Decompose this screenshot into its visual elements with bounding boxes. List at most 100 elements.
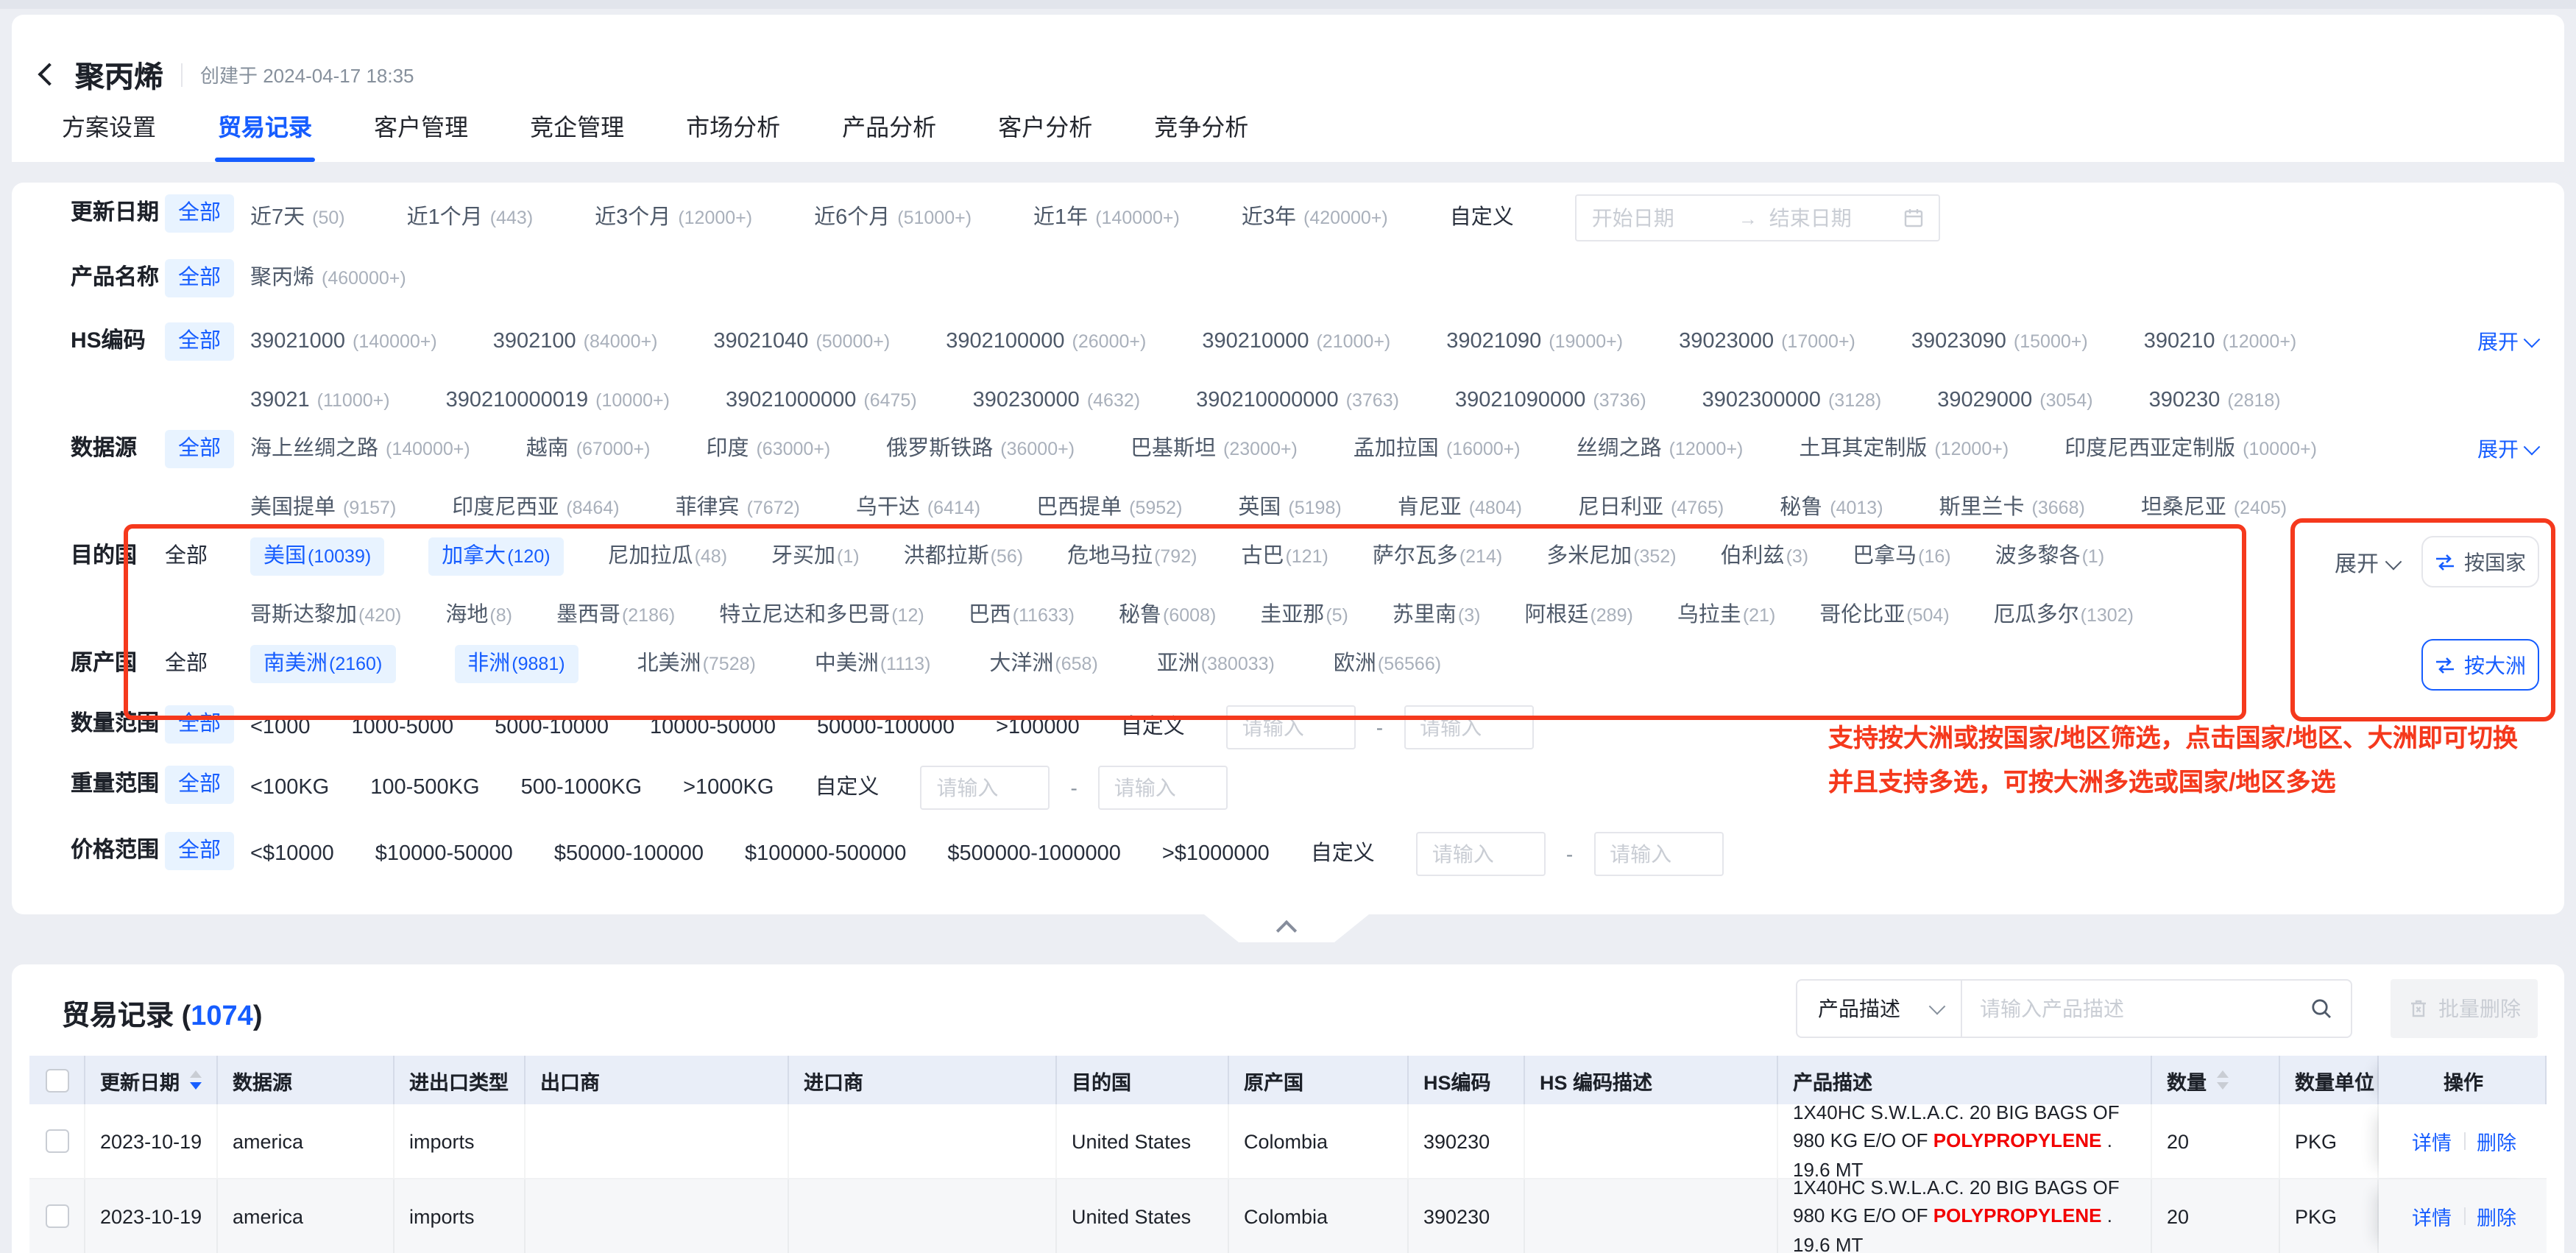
sort-icons[interactable] bbox=[2217, 1070, 2229, 1090]
filter-option[interactable]: >1000KG bbox=[683, 769, 774, 807]
weight-min-input[interactable] bbox=[920, 766, 1050, 810]
filter-option[interactable]: 近7天(50) bbox=[250, 199, 345, 237]
tab-trade-records[interactable]: 贸易记录 bbox=[215, 107, 315, 162]
filter-option[interactable]: 巴西提单(5952) bbox=[1036, 489, 1182, 527]
filter-option[interactable]: 墨西哥(2186) bbox=[556, 596, 675, 635]
filter-option[interactable]: 5000-10000 bbox=[495, 708, 609, 746]
filter-option[interactable]: 自定义 bbox=[1121, 708, 1185, 746]
filter-option[interactable]: 南美洲(2160) bbox=[250, 645, 395, 683]
quantity-max-input[interactable] bbox=[1404, 705, 1533, 749]
filter-option[interactable]: 39021000(140000+) bbox=[250, 322, 437, 361]
filter-option[interactable]: 古巴(121) bbox=[1241, 537, 1328, 576]
filter-option[interactable]: 39021040(50000+) bbox=[713, 322, 890, 361]
filter-option[interactable]: 伯利兹(3) bbox=[1721, 537, 1809, 576]
filter-option[interactable]: 390210000(21000+) bbox=[1202, 322, 1390, 361]
sort-icons[interactable] bbox=[190, 1070, 202, 1090]
filter-option[interactable]: 斯里兰卡(3668) bbox=[1939, 489, 2085, 527]
filter-option[interactable]: 39023000(17000+) bbox=[1679, 322, 1855, 361]
filter-option[interactable]: 厄瓜多尔(1302) bbox=[1994, 596, 2134, 635]
filter-option[interactable]: 乌干达(6414) bbox=[856, 489, 980, 527]
start-date-input[interactable] bbox=[1592, 206, 1727, 230]
filter-option[interactable]: 39021090000(3736) bbox=[1455, 381, 1646, 420]
filter-option[interactable]: 390230(2818) bbox=[2149, 381, 2281, 420]
by-country-button[interactable]: 按国家 bbox=[2421, 536, 2539, 587]
filter-option[interactable]: 海地(8) bbox=[445, 596, 512, 635]
column-header-update-date[interactable]: 更新日期 bbox=[85, 1056, 218, 1104]
search-input[interactable] bbox=[1962, 997, 2310, 1020]
filter-option[interactable]: 亚洲(380033) bbox=[1157, 645, 1275, 683]
filter-option[interactable]: 秘鲁(6008) bbox=[1119, 596, 1216, 635]
filter-option[interactable]: 阿根廷(289) bbox=[1524, 596, 1632, 635]
filter-option[interactable]: 自定义 bbox=[1311, 835, 1375, 873]
filter-option[interactable]: 390210000000(3763) bbox=[1196, 381, 1399, 420]
filter-option[interactable]: $100000-500000 bbox=[745, 835, 906, 873]
filter-option[interactable]: 波多黎各(1) bbox=[1995, 537, 2105, 576]
filter-option[interactable]: 哥斯达黎加(420) bbox=[250, 596, 401, 635]
filter-option[interactable]: 自定义 bbox=[815, 769, 879, 807]
collapse-filter-tab[interactable] bbox=[1204, 914, 1369, 942]
filter-option[interactable]: 近3个月(12000+) bbox=[595, 199, 752, 237]
tab-plan-settings[interactable]: 方案设置 bbox=[59, 107, 159, 162]
expand-link-data-source[interactable]: 展开 bbox=[2477, 430, 2538, 468]
row-checkbox[interactable] bbox=[45, 1204, 68, 1228]
filter-option[interactable]: 500-1000KG bbox=[521, 769, 642, 807]
filter-option[interactable]: 3902100000(26000+) bbox=[946, 322, 1146, 361]
expand-link-hs-code[interactable]: 展开 bbox=[2477, 322, 2538, 361]
filter-option[interactable]: 39021090(19000+) bbox=[1446, 322, 1623, 361]
filter-option[interactable]: 圭亚那(5) bbox=[1260, 596, 1348, 635]
delete-link[interactable]: 删除 bbox=[2477, 1201, 2516, 1231]
filter-option[interactable]: 50000-100000 bbox=[817, 708, 955, 746]
row-checkbox[interactable] bbox=[45, 1129, 68, 1153]
filter-option[interactable]: 乌拉圭(21) bbox=[1677, 596, 1775, 635]
filter-option[interactable]: 39021000000(6475) bbox=[726, 381, 917, 420]
filter-option[interactable]: 海上丝绸之路(140000+) bbox=[250, 430, 470, 468]
select-all-checkbox[interactable] bbox=[45, 1068, 68, 1092]
tab-product-analysis[interactable]: 产品分析 bbox=[839, 107, 939, 162]
filter-option-all[interactable]: 全部 bbox=[165, 430, 234, 468]
filter-option[interactable]: 聚丙烯(460000+) bbox=[250, 259, 406, 297]
by-continent-button[interactable]: 按大洲 bbox=[2421, 639, 2539, 691]
filter-option[interactable]: 英国(5198) bbox=[1238, 489, 1341, 527]
filter-option[interactable]: 菲律宾(7672) bbox=[676, 489, 800, 527]
filter-option[interactable]: 肯尼亚(4804) bbox=[1398, 489, 1522, 527]
filter-option[interactable]: >$1000000 bbox=[1162, 835, 1270, 873]
table-row[interactable]: 2023-10-19 america imports United States… bbox=[29, 1179, 2547, 1253]
filter-option[interactable]: $50000-100000 bbox=[554, 835, 704, 873]
filter-option-all[interactable]: 全部 bbox=[165, 259, 234, 297]
delete-link[interactable]: 删除 bbox=[2477, 1126, 2516, 1156]
tab-customer-management[interactable]: 客户管理 bbox=[371, 107, 471, 162]
filter-option[interactable]: 多米尼加(352) bbox=[1546, 537, 1676, 576]
tab-market-analysis[interactable]: 市场分析 bbox=[683, 107, 783, 162]
filter-option[interactable]: 加拿大(120) bbox=[428, 537, 563, 576]
tab-customer-analysis[interactable]: 客户分析 bbox=[995, 107, 1095, 162]
filter-option-all[interactable]: 全部 bbox=[165, 766, 234, 804]
filter-option[interactable]: 3902100(84000+) bbox=[493, 322, 658, 361]
filter-option[interactable]: 近1个月(443) bbox=[407, 199, 534, 237]
detail-link[interactable]: 详情 bbox=[2412, 1126, 2452, 1156]
filter-option-all[interactable]: 全部 bbox=[165, 645, 208, 683]
end-date-input[interactable] bbox=[1769, 206, 1904, 230]
price-max-input[interactable] bbox=[1593, 832, 1723, 876]
filter-option[interactable]: 39021(11000+) bbox=[250, 381, 390, 420]
filter-option[interactable]: 自定义 bbox=[1450, 199, 1514, 237]
filter-option[interactable]: 北美洲(7528) bbox=[637, 645, 756, 683]
filter-option[interactable]: 1000-5000 bbox=[351, 708, 453, 746]
table-row[interactable]: 2023-10-19 america imports United States… bbox=[29, 1104, 2547, 1179]
price-min-input[interactable] bbox=[1416, 832, 1546, 876]
filter-option[interactable]: 特立尼达和多巴哥(12) bbox=[719, 596, 924, 635]
filter-option[interactable]: 哥伦比亚(504) bbox=[1819, 596, 1949, 635]
back-icon[interactable] bbox=[38, 63, 60, 85]
filter-option[interactable]: 39029000(3054) bbox=[1937, 381, 2092, 420]
filter-option[interactable]: 越南(67000+) bbox=[526, 430, 651, 468]
filter-option[interactable]: 巴基斯坦(23000+) bbox=[1130, 430, 1298, 468]
filter-option[interactable]: 孟加拉国(16000+) bbox=[1354, 430, 1521, 468]
search-icon[interactable] bbox=[2310, 997, 2333, 1020]
filter-option[interactable]: $500000-1000000 bbox=[947, 835, 1120, 873]
filter-option[interactable]: 印度尼西亚定制版(10000+) bbox=[2064, 430, 2317, 468]
tab-competitor-management[interactable]: 竞企管理 bbox=[527, 107, 627, 162]
filter-option[interactable]: 牙买加(1) bbox=[771, 537, 860, 576]
filter-option[interactable]: 39023090(15000+) bbox=[1911, 322, 2088, 361]
filter-option[interactable]: 美国(10039) bbox=[250, 537, 384, 576]
date-range-input[interactable]: → bbox=[1576, 194, 1941, 241]
filter-option[interactable]: 近6个月(51000+) bbox=[814, 199, 972, 237]
